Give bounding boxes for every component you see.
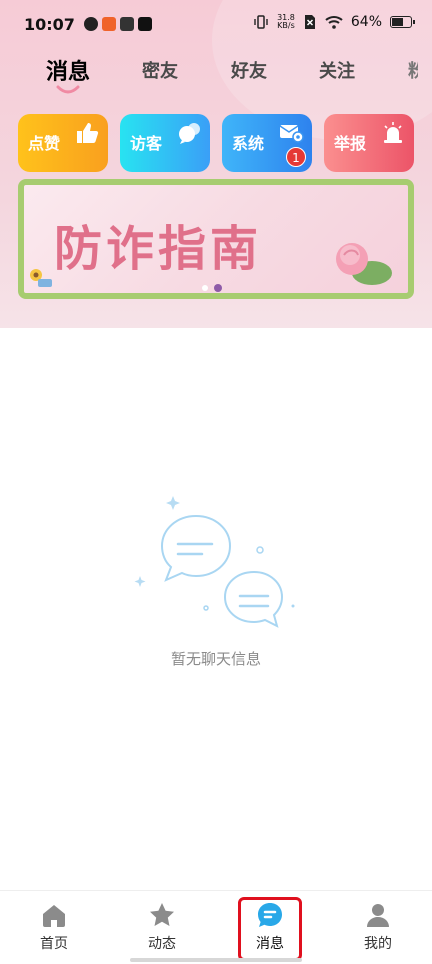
no-sim-icon [304, 15, 315, 29]
notification-icons [84, 17, 152, 31]
visitors-card[interactable]: 访客 [120, 114, 210, 172]
app-notification-icon [84, 17, 98, 31]
empty-state-text: 暂无聊天信息 [170, 650, 261, 668]
chat-bubble-icon [179, 123, 200, 144]
tab-friends[interactable]: 好友 [231, 57, 267, 83]
bottom-navigation: 首页 动态 消息 我的 [0, 890, 432, 964]
nav-profile[interactable]: 我的 [348, 901, 408, 953]
likes-card[interactable]: 点赞 [18, 114, 108, 172]
tab-following[interactable]: 关注 [319, 57, 355, 83]
category-cards: 点赞 访客 系统 1 举报 [0, 114, 432, 172]
mail-gear-icon [279, 125, 304, 143]
banner-dot-active[interactable] [214, 284, 222, 292]
banner-pagination [202, 284, 222, 292]
status-right: 31.8 KB/s 64% [253, 14, 415, 30]
network-speed: 31.8 KB/s [277, 14, 295, 30]
app-notification-icon [102, 17, 116, 31]
header-background: 10:07 31.8 KB/s 64% 消息 密友 好友 关注 粉 点赞 访客 … [0, 0, 432, 328]
visitors-card-label: 访客 [130, 134, 163, 153]
nav-profile-label: 我的 [364, 936, 392, 952]
wifi-icon [325, 16, 343, 29]
network-speed-unit: KB/s [277, 21, 295, 30]
person-icon [367, 904, 389, 927]
system-unread-badge: 1 [286, 147, 306, 167]
rose-icon [336, 243, 392, 285]
likes-card-label: 点赞 [28, 134, 61, 153]
status-bar: 10:07 31.8 KB/s 64% [0, 0, 432, 52]
sunflower-decoration-icon [30, 269, 52, 287]
nav-feed[interactable]: 动态 [132, 901, 192, 953]
system-card[interactable]: 系统 1 [222, 114, 312, 172]
alarm-icon [384, 122, 402, 143]
highlight-box [238, 897, 302, 961]
home-icon [43, 905, 65, 927]
nav-home-label: 首页 [40, 936, 68, 952]
nav-home[interactable]: 首页 [24, 901, 84, 953]
system-card-label: 系统 [232, 134, 265, 153]
gesture-bar[interactable] [130, 958, 302, 962]
tab-close-friends[interactable]: 密友 [142, 57, 178, 83]
tab-overflow-partial[interactable]: 粉 [408, 57, 418, 83]
tiktok-icon [138, 17, 152, 31]
anti-fraud-banner[interactable]: 防诈指南 [18, 179, 414, 299]
banner-title: 防诈指南 [54, 221, 263, 277]
battery-fill [392, 18, 403, 26]
report-card[interactable]: 举报 [324, 114, 414, 172]
app-notification-icon [120, 17, 134, 31]
active-tab-indicator [56, 85, 80, 94]
battery-icon [390, 16, 415, 28]
thumbs-up-icon [77, 123, 99, 143]
message-tabs: 消息 密友 好友 关注 粉 [0, 52, 432, 102]
banner-dot[interactable] [202, 285, 208, 291]
status-time: 10:07 [24, 15, 75, 34]
vibrate-icon [254, 15, 268, 29]
battery-percent: 64% [350, 14, 382, 30]
chat-bubbles-icon [134, 496, 295, 628]
star-icon [150, 903, 174, 926]
report-card-label: 举报 [334, 134, 367, 153]
tab-messages[interactable]: 消息 [46, 54, 90, 86]
nav-feed-label: 动态 [148, 936, 176, 952]
